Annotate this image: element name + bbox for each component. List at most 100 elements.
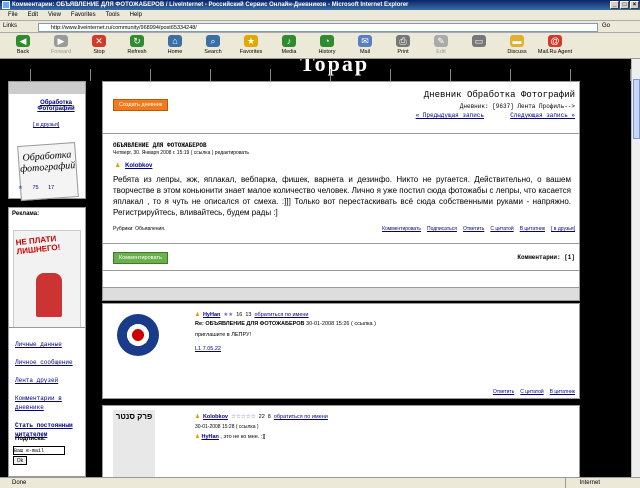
ad-banner[interactable]: НЕ ПЛАТИ ЛИШНЕГО!	[13, 230, 81, 330]
post-meta: Четверг, 30. Января 2008 г. 15:19 ( ссыл…	[113, 150, 250, 156]
minimize-button[interactable]: _	[610, 1, 619, 9]
toolbar-button-print[interactable]: ⎙ Print	[384, 33, 422, 55]
subscribe-link[interactable]: Подписаться	[427, 226, 457, 232]
close-button[interactable]: ×	[630, 1, 639, 9]
toolbar-button-mail-ru-agent[interactable]: @ Mail.Ru Agent	[536, 33, 574, 55]
menu-help[interactable]: Help	[130, 10, 142, 20]
comments-count: Комментарии: [1]	[517, 254, 575, 261]
toolbar-button-edit[interactable]: ✎ Edit	[422, 33, 460, 55]
go-button[interactable]: Go	[602, 23, 610, 29]
menu-bar: File Edit View Favorites Tools Help	[0, 10, 640, 21]
comment2-text: , это не ко мне. :]]	[220, 434, 266, 440]
add-friend-post-link[interactable]: [ в друзья]	[551, 226, 575, 232]
quote-link[interactable]: С цитатой	[490, 226, 513, 232]
comment2-meta[interactable]: 30-01-2008 15:28 ( ссылка )	[195, 424, 259, 430]
toolbar-button-mail[interactable]: ✉ Mail	[346, 33, 384, 55]
toolbar-button-media[interactable]: ♪ Media	[270, 33, 308, 55]
add-comment-button[interactable]: Комментировать	[113, 252, 168, 264]
menu-tools[interactable]: Tools	[106, 10, 120, 20]
user-icon: ♟	[115, 163, 121, 169]
prev-post-link[interactable]: « Предыдущая запись	[416, 112, 484, 119]
sidebar-link-private-message[interactable]: Личное сообщение	[15, 358, 83, 367]
history-icon: ◔	[320, 35, 334, 47]
toolbar-label: Discuss	[507, 49, 527, 55]
folder-icon: ▬	[510, 35, 524, 47]
toolbar-button-discuss[interactable]: ▬ Discuss	[498, 33, 536, 55]
reply-to-link[interactable]: HyHan	[201, 434, 218, 440]
vertical-scrollbar[interactable]	[631, 59, 640, 477]
star-icon: ★	[244, 35, 258, 47]
mailru-agent-icon: @	[548, 35, 562, 47]
toolbar-label: Favorites	[239, 49, 263, 55]
maximize-button[interactable]: □	[620, 1, 629, 9]
community-name-link[interactable]: Обработка Фотографий	[31, 100, 81, 112]
ad-panel: Реклама: НЕ ПЛАТИ ЛИШНЕГО!	[8, 207, 86, 337]
links-label[interactable]: Links	[3, 23, 17, 29]
add-friend-link[interactable]: [ в друзья]	[33, 122, 59, 128]
commenter-link[interactable]: HyHan	[203, 312, 220, 318]
post-body: Ребята из лепры, жж, яплакал, вебпарка, …	[113, 175, 571, 217]
toolbar-label: Mail.Ru Agent	[537, 49, 573, 55]
user-icon: ♟	[195, 312, 200, 318]
comment-reply-link[interactable]: Ответить	[493, 389, 514, 395]
toolbar-button-home[interactable]: ⌂ Home	[156, 33, 194, 55]
diary-meta-line[interactable]: Дневник: [9637] Лента Профиль-->	[460, 103, 575, 110]
sidebar-link-diary-comments[interactable]: Комментарии в дневнике	[15, 394, 83, 412]
comment-link[interactable]: Комментировать	[382, 226, 421, 232]
stat-posts: 75	[32, 185, 39, 191]
diary-title[interactable]: Дневник Обработка Фотографий	[424, 90, 575, 100]
comment-quote-link[interactable]: С цитатой	[520, 389, 543, 395]
commenter-row-2: ♟ Kolobkov ☆☆☆☆☆ 22 8 обратиться по имен…	[195, 414, 328, 420]
commenter-avatar-2: פרק סנטר	[113, 410, 155, 477]
sidebar-links-panel: Личные данные Личное сообщение Лента дру…	[8, 327, 86, 477]
menu-favorites[interactable]: Favorites	[71, 10, 96, 20]
edit-icon: ✎	[434, 35, 448, 47]
address-by-name-link-2[interactable]: обратиться по имени	[274, 414, 328, 420]
star-rating-icon: ☆☆☆☆☆	[231, 414, 256, 420]
print-icon: ⎙	[396, 35, 410, 47]
mail-icon: ✉	[358, 35, 372, 47]
toolbar-button-search[interactable]: ⌕ Search	[194, 33, 232, 55]
comment-meta[interactable]: 30-01-2008 15:26 ( ссылка )	[306, 321, 376, 327]
comment-stat-1: 16	[236, 312, 243, 318]
address-by-name-link[interactable]: обратиться по имени	[254, 312, 308, 318]
commenter-link-2[interactable]: Kolobkov	[203, 414, 228, 420]
sidebar-link-personal-data[interactable]: Личные данные	[15, 340, 83, 349]
toolbar-label: Home	[167, 49, 183, 55]
to-quotebook-link[interactable]: В цитатник	[520, 226, 545, 232]
menu-view[interactable]: View	[48, 10, 61, 20]
toolbar-button-item-12[interactable]: ▭	[460, 33, 498, 49]
toolbar-label: Search	[204, 49, 222, 55]
menu-edit[interactable]: Edit	[28, 10, 38, 20]
post-card: ОБЪЯВЛЕНИЕ ДЛЯ ФОТОЖАБЕРОВ Четверг, 30. …	[102, 133, 580, 297]
create-diary-button[interactable]: Создать дневник	[113, 99, 169, 111]
toolbar-button-refresh[interactable]: ↻ Refresh	[118, 33, 156, 55]
next-post-link[interactable]: Следующая запись »	[510, 112, 575, 119]
scrollbar-thumb[interactable]	[633, 79, 640, 139]
comment-card: ♟ HyHan ★★ 16 13 обратиться по имени Re:…	[102, 303, 580, 399]
comment-signature[interactable]: L1 7.05.22	[195, 346, 221, 352]
toolbar-button-favorites[interactable]: ★ Favorites	[232, 33, 270, 55]
toolbar-button-forward[interactable]: ▶ Forward	[42, 33, 80, 55]
subscribe-label: Подписка:	[15, 436, 46, 442]
menu-file[interactable]: File	[8, 10, 18, 20]
back-arrow-icon: ◀	[16, 35, 30, 47]
user-icon: ♟	[195, 434, 200, 440]
user-icon: ♟	[195, 414, 200, 420]
status-text: Done	[12, 480, 27, 486]
toolbar-label: Mail	[359, 49, 371, 55]
subscribe-ok-button[interactable]: Ok	[13, 456, 27, 465]
toolbar-button-history[interactable]: ◔ History	[308, 33, 346, 55]
post-rubric[interactable]: Рубрики: Объявления.	[113, 226, 165, 232]
reply-link[interactable]: Ответить	[463, 226, 484, 232]
toolbar-button-back[interactable]: ◀ Back	[4, 33, 42, 55]
comment-card-2: פרק סנטר ♟ Kolobkov ☆☆☆☆☆ 22 8 обратитьс…	[102, 405, 580, 477]
toolbar-button-stop[interactable]: ✕ Stop	[80, 33, 118, 55]
sidebar-link-friends-feed[interactable]: Лента друзей	[15, 376, 83, 385]
address-input[interactable]: http://www.liveinternet.ru/community/968…	[38, 23, 598, 32]
comment2-stat-2: 8	[267, 414, 271, 420]
subscribe-email-input[interactable]	[13, 446, 65, 455]
post-author-row: ♟ Kolobkov	[115, 162, 152, 169]
comment-quotebook-link[interactable]: В цитатник	[550, 389, 575, 395]
post-author-link[interactable]: Kolobkov	[125, 163, 152, 169]
